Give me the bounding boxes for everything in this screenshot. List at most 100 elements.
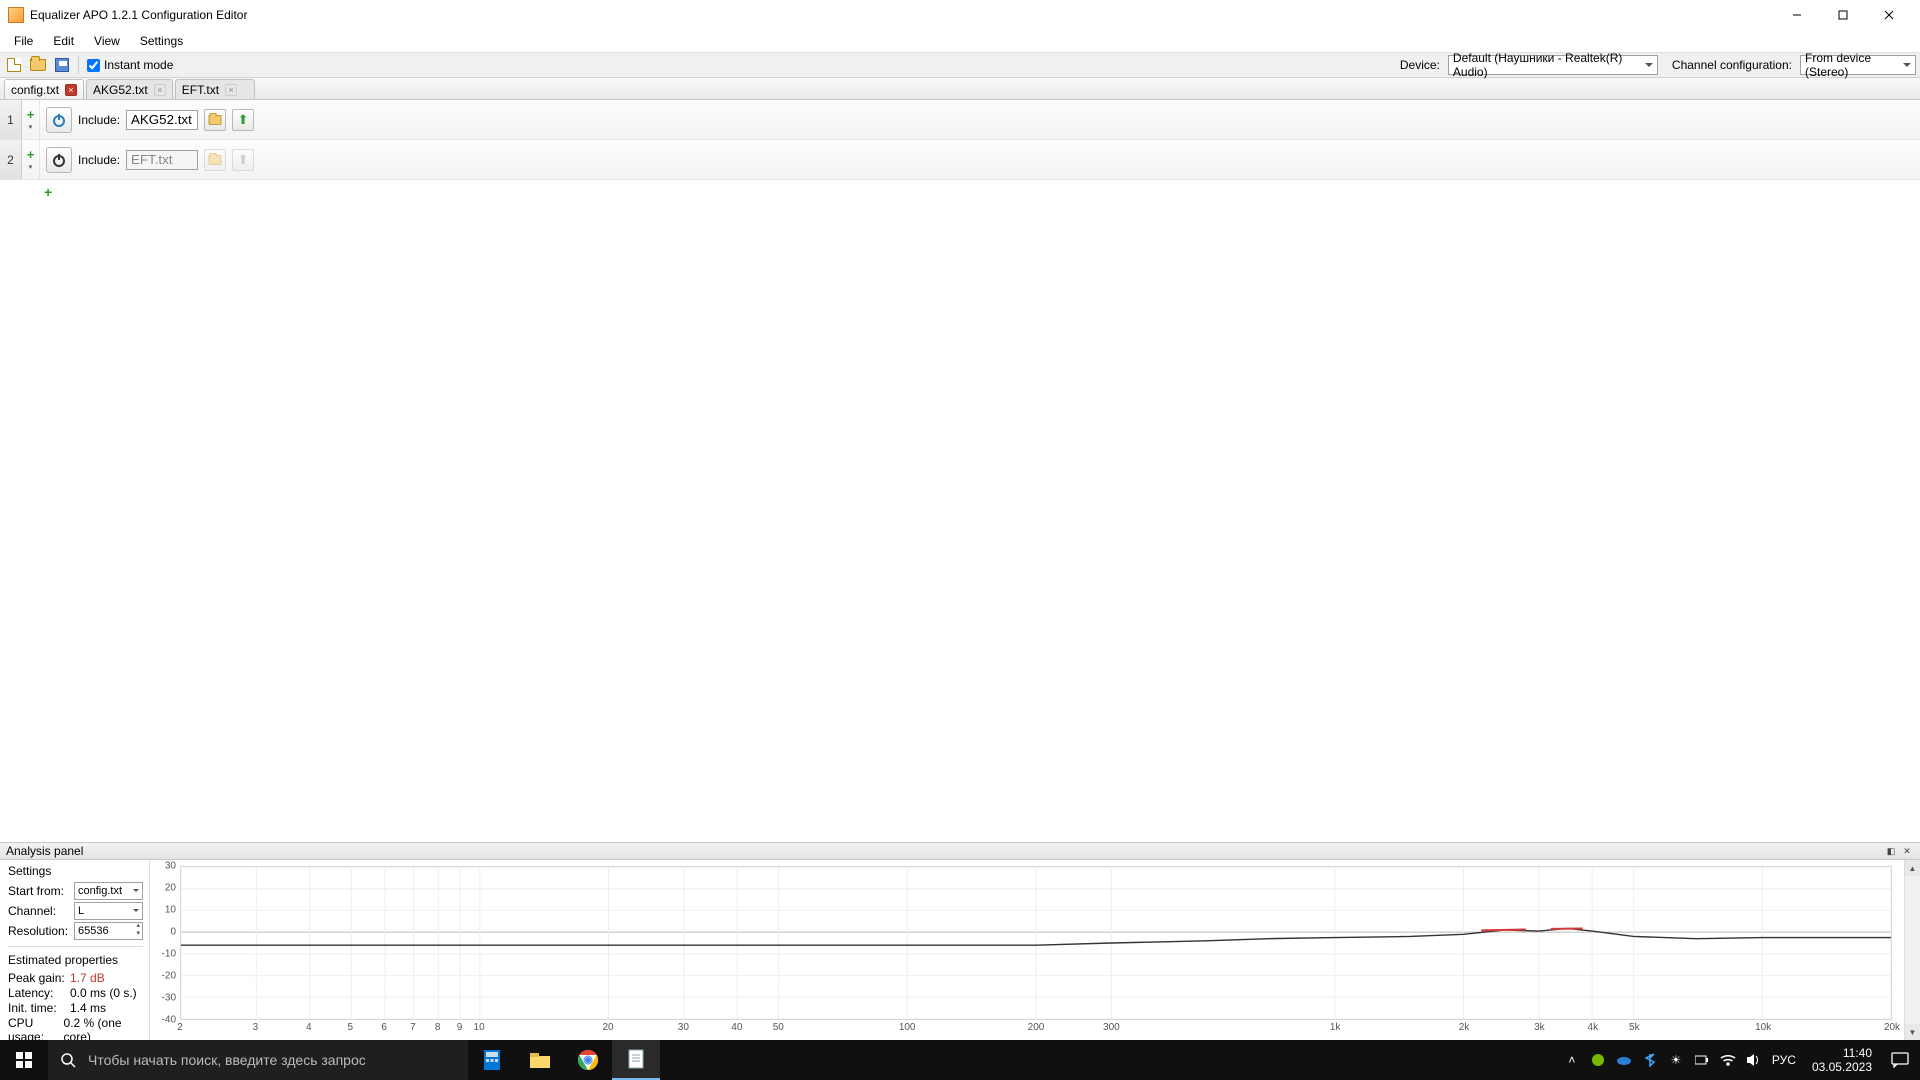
analysis-close-button[interactable]: ✕ <box>1900 844 1914 858</box>
brightness-icon[interactable]: ☀ <box>1668 1052 1684 1068</box>
y-tick: 10 <box>165 905 176 916</box>
instant-mode-checkbox[interactable]: Instant mode <box>87 58 173 72</box>
analysis-panel-header: Analysis panel ◧ ✕ <box>0 842 1920 860</box>
include-file-input[interactable] <box>126 110 198 130</box>
menu-edit[interactable]: Edit <box>45 32 82 50</box>
row-number[interactable]: 1 <box>0 100 22 139</box>
estimated-heading: Estimated properties <box>8 953 143 967</box>
tab-strip: config.txt × AKG52.txt × EFT.txt × <box>0 78 1920 100</box>
resolution-spin[interactable]: 65536 <box>74 922 143 940</box>
taskbar-app-calculator[interactable] <box>468 1040 516 1080</box>
x-tick: 20k <box>1884 1022 1900 1033</box>
search-icon <box>48 1052 88 1068</box>
browse-button[interactable] <box>204 149 226 171</box>
menu-file[interactable]: File <box>6 32 41 50</box>
x-tick: 1k <box>1330 1022 1341 1033</box>
power-toggle[interactable] <box>46 147 72 173</box>
chart-plot[interactable] <box>180 866 1892 1020</box>
notepad-icon <box>625 1048 647 1070</box>
tab-eft[interactable]: EFT.txt × <box>175 79 255 99</box>
x-tick: 5k <box>1629 1022 1640 1033</box>
device-select[interactable]: Default (Наушники - Realtek(R) Audio) <box>1448 55 1658 75</box>
instant-mode-input[interactable] <box>87 59 100 72</box>
clock-time: 11:40 <box>1812 1046 1872 1060</box>
menu-view[interactable]: View <box>86 32 128 50</box>
tab-label: EFT.txt <box>182 83 219 97</box>
tray-chevron-icon[interactable]: ˄ <box>1564 1052 1580 1068</box>
volume-icon[interactable] <box>1746 1052 1762 1068</box>
tab-config[interactable]: config.txt × <box>4 79 84 99</box>
tab-close-icon[interactable]: × <box>154 84 166 96</box>
start-from-select[interactable]: config.txt <box>74 882 143 900</box>
analysis-panel-title: Analysis panel <box>6 844 83 858</box>
save-file-button[interactable] <box>52 55 72 75</box>
x-tick: 300 <box>1103 1022 1120 1033</box>
resolution-value: 65536 <box>78 925 109 937</box>
device-label: Device: <box>1400 58 1440 72</box>
tab-close-icon[interactable]: × <box>225 84 237 96</box>
nvidia-icon[interactable] <box>1590 1052 1606 1068</box>
system-tray[interactable]: ˄ ☀ РУС <box>1556 1052 1804 1068</box>
open-file-button[interactable] <box>28 55 48 75</box>
open-in-editor-button[interactable]: ⬆ <box>232 109 254 131</box>
add-row[interactable]: + <box>0 180 1920 204</box>
onedrive-icon[interactable] <box>1616 1052 1632 1068</box>
analysis-panel: Settings Start from:config.txt Channel:L… <box>0 860 1920 1040</box>
x-tick: 10k <box>1755 1022 1771 1033</box>
browse-button[interactable] <box>204 109 226 131</box>
open-file-icon <box>30 59 46 71</box>
x-tick: 5 <box>348 1022 354 1033</box>
settings-heading: Settings <box>8 864 143 878</box>
row-add-column[interactable]: +▾ <box>22 140 40 179</box>
tab-close-icon[interactable]: × <box>65 84 77 96</box>
save-file-icon <box>55 58 69 72</box>
notification-icon <box>1891 1052 1909 1068</box>
taskbar-clock[interactable]: 11:40 03.05.2023 <box>1804 1046 1880 1074</box>
toolbar: Instant mode Device: Default (Наушники -… <box>0 52 1920 78</box>
y-tick: -30 <box>162 993 176 1004</box>
bluetooth-icon[interactable] <box>1642 1052 1658 1068</box>
channel-config-select[interactable]: From device (Stereo) <box>1800 55 1916 75</box>
channel-config-value: From device (Stereo) <box>1805 51 1897 79</box>
minimize-button[interactable] <box>1774 0 1820 30</box>
taskbar-search[interactable]: Чтобы начать поиск, введите здесь запрос <box>48 1040 468 1080</box>
taskbar-app-chrome[interactable] <box>564 1040 612 1080</box>
taskbar-app-explorer[interactable] <box>516 1040 564 1080</box>
calculator-icon <box>480 1048 504 1072</box>
scroll-up-icon[interactable]: ▲ <box>1905 860 1920 876</box>
row-number[interactable]: 2 <box>0 140 22 179</box>
plus-icon: + <box>27 148 35 161</box>
taskbar-app-notepad[interactable] <box>612 1040 660 1080</box>
x-tick: 100 <box>899 1022 916 1033</box>
wifi-icon[interactable] <box>1720 1052 1736 1068</box>
power-icon[interactable] <box>1694 1052 1710 1068</box>
menu-settings[interactable]: Settings <box>132 32 191 50</box>
arrow-up-icon: ⬆ <box>238 112 249 128</box>
x-tick: 200 <box>1028 1022 1045 1033</box>
input-language[interactable]: РУС <box>1772 1053 1796 1067</box>
close-button[interactable] <box>1866 0 1912 30</box>
plus-icon: + <box>44 184 52 200</box>
include-file-input[interactable] <box>126 150 198 170</box>
plus-icon: + <box>27 108 35 121</box>
x-tick: 20 <box>602 1022 613 1033</box>
analysis-undock-button[interactable]: ◧ <box>1884 844 1898 858</box>
channel-select[interactable]: L <box>74 902 143 920</box>
tab-label: AKG52.txt <box>93 83 148 97</box>
tab-label: config.txt <box>11 83 59 97</box>
latency-label: Latency: <box>8 986 70 1000</box>
tab-akg52[interactable]: AKG52.txt × <box>86 79 173 99</box>
peak-gain-value: 1.7 dB <box>70 971 105 985</box>
action-center-button[interactable] <box>1880 1040 1920 1080</box>
open-in-editor-button[interactable]: ⬆ <box>232 149 254 171</box>
y-tick: -20 <box>162 971 176 982</box>
init-time-value: 1.4 ms <box>70 1001 106 1015</box>
analysis-scrollbar[interactable]: ▲ ▼ <box>1904 860 1920 1040</box>
scroll-down-icon[interactable]: ▼ <box>1905 1024 1920 1040</box>
x-tick: 9 <box>457 1022 463 1033</box>
power-toggle[interactable] <box>46 107 72 133</box>
new-file-button[interactable] <box>4 55 24 75</box>
start-button[interactable] <box>0 1040 48 1080</box>
maximize-button[interactable] <box>1820 0 1866 30</box>
row-add-column[interactable]: +▾ <box>22 100 40 139</box>
